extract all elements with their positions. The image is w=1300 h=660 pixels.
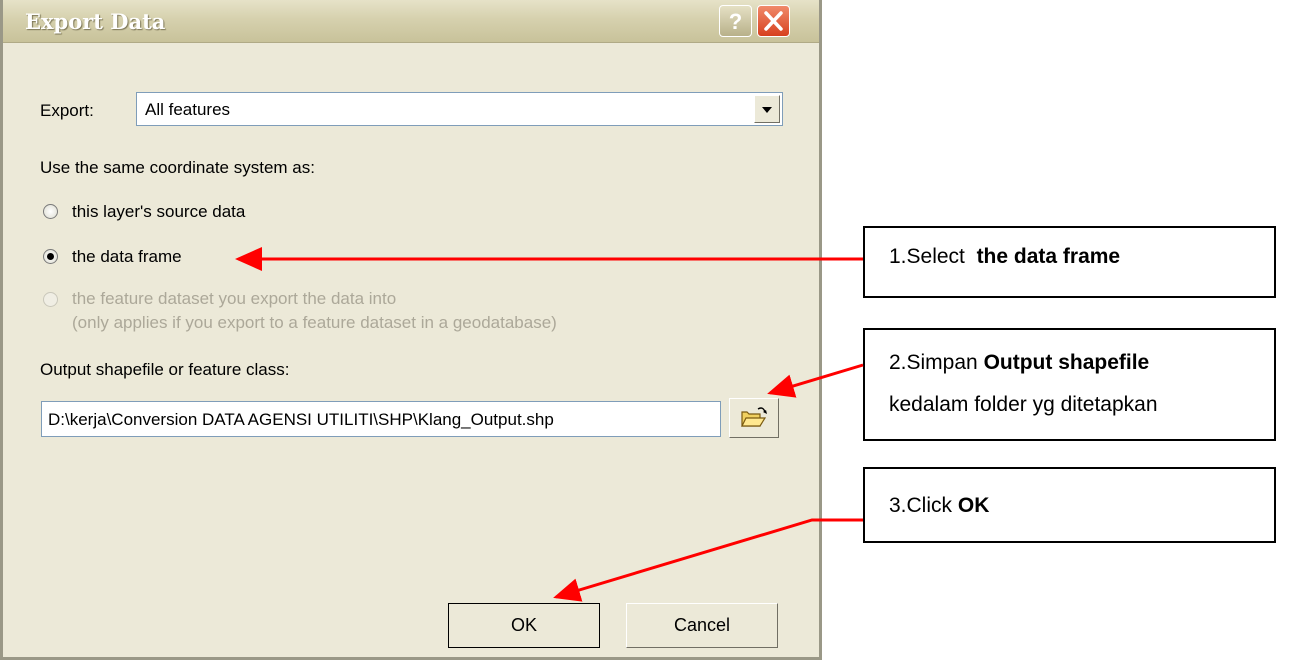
arrow-to-ok-button: [553, 518, 863, 602]
arrow-to-browse-button: [767, 363, 864, 398]
annotation-arrows: [235, 247, 864, 602]
